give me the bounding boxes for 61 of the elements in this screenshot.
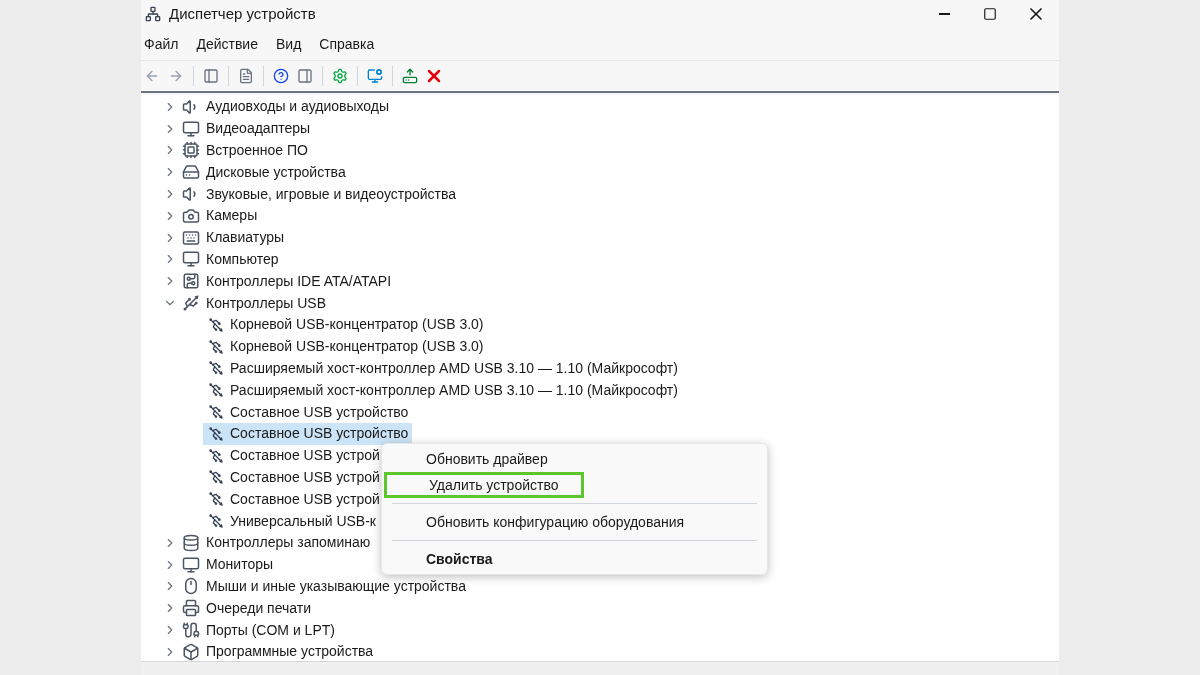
tree-item[interactable]: Расширяемый хост-контроллер AMD USB 3.10 — 1.10 (Майкрософт) xyxy=(203,357,682,380)
usb-plug-icon xyxy=(208,447,224,464)
tree-item[interactable]: Мыши и иные указывающие устройства xyxy=(205,575,467,597)
tree-item[interactable]: Расширяемый хост-контроллер AMD USB 3.10 — 1.10 (Майкрософт) xyxy=(203,379,682,402)
tree-item[interactable]: Корневой USB-концентратор (USB 3.0) xyxy=(203,335,488,358)
tree-item[interactable]: Аудиовходы и аудиовыходы xyxy=(205,96,391,118)
maximize-icon xyxy=(983,7,997,21)
menu-item[interactable]: Справка xyxy=(319,33,375,55)
box-icon xyxy=(182,642,200,661)
chip-icon xyxy=(182,141,200,160)
printer-icon xyxy=(182,599,200,618)
tree-item[interactable]: Универсальный USB-к xyxy=(203,510,380,532)
usb-plug-icon xyxy=(208,338,224,355)
usb-plug-icon xyxy=(208,316,224,333)
tree-item[interactable]: Встроенное ПО xyxy=(205,140,309,161)
usb-plug-icon xyxy=(208,360,224,377)
menu-item[interactable]: Файл xyxy=(144,33,179,55)
app-icon xyxy=(145,6,161,22)
tree-item[interactable]: Дисковые устройства xyxy=(205,161,347,183)
storage-icon xyxy=(182,533,200,552)
tree-item[interactable]: Составное USB устройство xyxy=(203,422,413,445)
tree-item[interactable]: Клавиатуры xyxy=(205,227,286,249)
menu-item[interactable]: Обновить драйвер xyxy=(392,446,757,472)
port-icon xyxy=(182,621,200,639)
usb-plug-icon xyxy=(182,294,200,313)
monitor-icon xyxy=(182,250,200,269)
tree-item[interactable]: Компьютер xyxy=(205,248,280,270)
menu-item[interactable]: Действие xyxy=(196,33,258,55)
usb-plug-icon xyxy=(208,513,224,530)
tree-item[interactable]: Очереди печати xyxy=(205,597,313,619)
tree-item[interactable]: Порты (COM и LPT) xyxy=(205,619,336,641)
usb-plug-icon xyxy=(208,382,224,399)
keyboard-icon xyxy=(182,228,200,247)
usb-plug-icon xyxy=(208,425,224,442)
menu-item[interactable]: Удалить устройство xyxy=(384,472,584,498)
tree-item[interactable]: Звуковые, игровые и видеоустройства xyxy=(205,183,458,205)
mouse-icon xyxy=(182,577,200,596)
tree-item[interactable]: Программные устройства xyxy=(205,641,375,661)
webcam-icon xyxy=(182,206,200,225)
menu-item[interactable]: Обновить конфигурацию оборудования xyxy=(392,509,757,535)
tree-item[interactable]: Составное USB устрой xyxy=(203,444,384,467)
tree-item[interactable]: Камеры xyxy=(205,205,259,227)
tree-item[interactable]: Корневой USB-концентратор (USB 3.0) xyxy=(203,313,488,336)
window-title: Диспетчер устройств xyxy=(169,3,316,24)
tree-item[interactable]: Контроллеры IDE ATA/ATAPI xyxy=(205,270,393,292)
tree-item[interactable]: Видеоадаптеры xyxy=(205,118,312,140)
circuit-board-icon xyxy=(182,272,200,291)
tree-item[interactable]: Составное USB устрой xyxy=(203,488,384,511)
tree-item[interactable]: Контроллеры USB xyxy=(205,292,327,314)
minimize-icon xyxy=(938,13,950,15)
tree-item[interactable]: Мониторы xyxy=(205,554,275,576)
monitor-icon xyxy=(182,555,200,574)
usb-plug-icon xyxy=(208,404,224,421)
display-icon xyxy=(182,119,200,138)
tree-item[interactable]: Составное USB устройство xyxy=(203,401,413,423)
tree-item[interactable]: Составное USB устрой xyxy=(203,466,384,489)
menu-item[interactable]: Свойства xyxy=(392,546,757,572)
menu-item[interactable]: Вид xyxy=(275,33,302,55)
usb-plug-icon xyxy=(208,469,224,486)
usb-plug-icon xyxy=(208,491,224,508)
tree-item[interactable]: Контроллеры запоминаю xyxy=(205,532,372,554)
